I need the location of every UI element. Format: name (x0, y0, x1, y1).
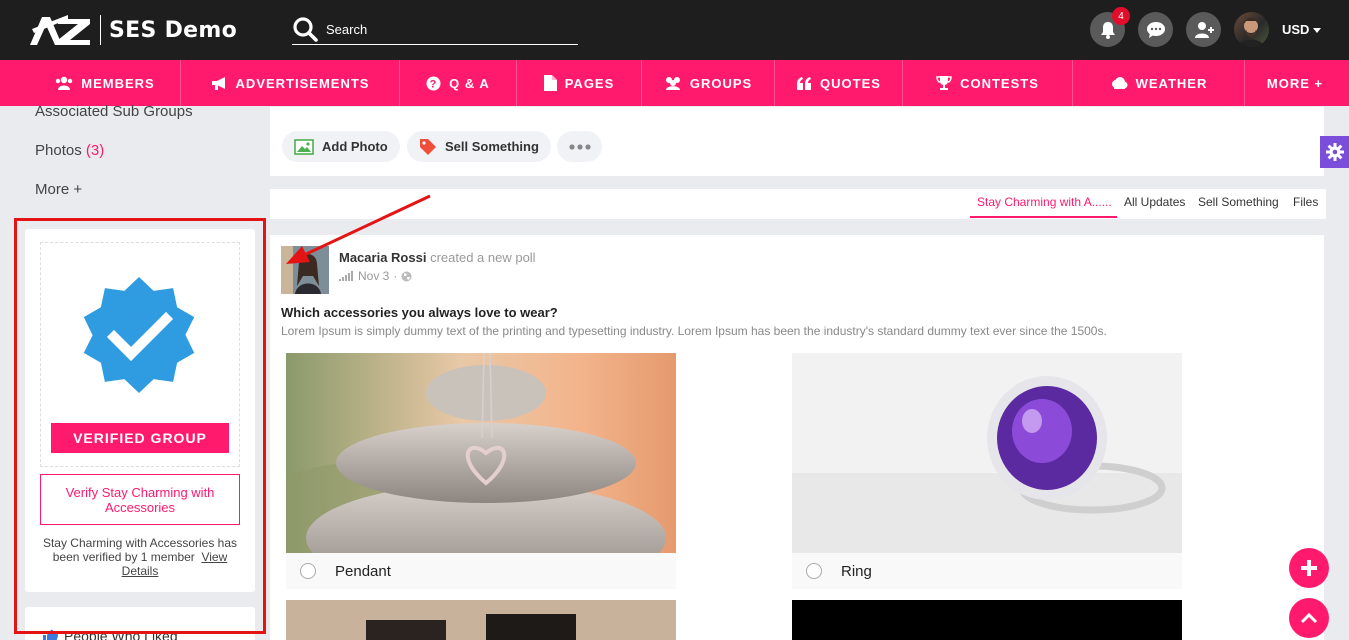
currency-selector[interactable]: USD (1282, 22, 1322, 37)
poll-option-ring[interactable]: Ring (792, 553, 1182, 589)
poll-option-pendant[interactable]: Pendant (286, 553, 676, 589)
ellipsis-icon (568, 143, 591, 150)
nav-groups-label: GROUPS (689, 75, 753, 91)
scroll-to-top-button[interactable] (1289, 598, 1329, 638)
poll-description: Lorem Ipsum is simply dummy text of the … (281, 324, 1107, 338)
poll-option-image-pendant[interactable] (286, 353, 676, 553)
chat-icon (1146, 21, 1165, 38)
friend-requests-button[interactable] (1186, 12, 1221, 47)
sidebar-link-sub-groups[interactable]: Associated Sub Groups (35, 103, 193, 120)
poll-option-label: Ring (841, 562, 872, 580)
tab-group-updates[interactable]: Stay Charming with A...... (977, 195, 1112, 209)
plus-icon (1301, 560, 1317, 576)
search-box (292, 14, 578, 45)
user-avatar-image (1238, 18, 1264, 47)
chevron-up-icon (1300, 612, 1318, 624)
nav-weather-label: WEATHER (1135, 75, 1208, 91)
notification-badge: 4 (1112, 7, 1130, 25)
nav-qa-label: Q & A (449, 75, 490, 91)
nav-contests-label: CONTESTS (960, 75, 1039, 91)
nav-members[interactable]: MEMBERS (30, 60, 181, 106)
nav-pages-label: PAGES (564, 75, 615, 91)
logo-divider (100, 15, 101, 45)
tab-sell-something[interactable]: Sell Something (1198, 195, 1279, 209)
sidebar-link-more[interactable]: More + (35, 181, 82, 198)
quote-icon (797, 76, 812, 90)
megaphone-icon (211, 77, 225, 90)
tab-all-updates[interactable]: All Updates (1124, 195, 1185, 209)
members-icon (56, 76, 73, 90)
annotation-highlight-box (14, 218, 266, 634)
groups-icon (665, 77, 680, 90)
poll-question: Which accessories you always love to wea… (281, 305, 558, 320)
globe-icon (401, 271, 412, 281)
post-date[interactable]: Nov 3 (358, 269, 389, 283)
question-icon: ? (426, 76, 441, 90)
notifications-button[interactable]: 4 (1090, 7, 1130, 47)
add-photo-label: Add Photo (322, 139, 388, 154)
messages-button[interactable] (1138, 12, 1173, 47)
nav-quotes-label: QUOTES (820, 75, 881, 91)
tab-files[interactable]: Files (1293, 195, 1318, 209)
nav-weather[interactable]: WEATHER (1073, 60, 1245, 106)
poll-option-image-3[interactable] (286, 600, 676, 640)
sidebar-link-label: More + (35, 181, 83, 198)
poll-option-radio[interactable] (300, 563, 316, 579)
photos-count: (3) (85, 142, 105, 159)
tag-icon (420, 138, 436, 155)
sidebar-link-photos[interactable]: Photos (3) (35, 142, 104, 159)
svg-text:?: ? (430, 78, 438, 90)
search-icon[interactable] (292, 16, 318, 42)
post-meta: Nov 3 · (339, 269, 412, 283)
az-logo-icon (30, 15, 90, 45)
sidebar-link-label: Photos (35, 142, 82, 159)
nav-advertisements[interactable]: ADVERTISEMENTS (181, 60, 400, 106)
poll-option-radio[interactable] (806, 563, 822, 579)
currency-label: USD (1282, 22, 1310, 37)
ring-photo (792, 353, 1182, 553)
top-bar: SES Demo 4 (0, 0, 1349, 60)
site-logo[interactable]: SES Demo (28, 12, 237, 48)
page-icon (543, 75, 557, 91)
nav-quotes[interactable]: QUOTES (775, 60, 903, 106)
nav-qa[interactable]: ? Q & A (400, 60, 517, 106)
active-tab-indicator (970, 216, 1117, 218)
add-photo-button[interactable]: Add Photo (282, 131, 400, 162)
cloud-icon (1111, 77, 1128, 89)
theme-settings-button[interactable] (1320, 136, 1349, 168)
nav-more-label: MORE + (1266, 75, 1324, 91)
gear-icon (1325, 143, 1344, 161)
poll-option-image-4[interactable] (792, 600, 1182, 640)
user-avatar[interactable] (1234, 12, 1269, 47)
nav-pages[interactable]: PAGES (517, 60, 642, 106)
post-action-text: created a new poll (430, 250, 536, 265)
sell-something-label: Sell Something (445, 139, 539, 154)
nav-contests[interactable]: CONTESTS (903, 60, 1073, 106)
annotation-arrow (286, 194, 431, 264)
add-user-icon (1194, 21, 1214, 38)
nav-more[interactable]: MORE + (1245, 60, 1345, 106)
image-icon (294, 138, 314, 155)
bell-icon (1100, 21, 1115, 39)
sidebar-link-label: Associated Sub Groups (35, 103, 193, 120)
nav-groups[interactable]: GROUPS (642, 60, 775, 106)
signal-bars-icon (339, 271, 353, 281)
more-options-button[interactable] (557, 131, 602, 162)
meta-separator: · (393, 269, 398, 283)
poll-photo-3 (286, 600, 676, 640)
poll-option-image-ring[interactable] (792, 353, 1182, 553)
site-title: SES Demo (109, 17, 237, 43)
chevron-down-icon (1313, 28, 1322, 34)
sell-something-button[interactable]: Sell Something (407, 131, 551, 162)
main-navigation: MEMBERS ADVERTISEMENTS ? Q & A PAGES GRO… (0, 60, 1349, 106)
create-post-button[interactable] (1289, 548, 1329, 588)
nav-advertisements-label: ADVERTISEMENTS (235, 75, 370, 91)
nav-members-label: MEMBERS (81, 75, 155, 91)
trophy-icon (936, 76, 952, 90)
poll-option-label: Pendant (335, 562, 391, 580)
pendant-photo (286, 353, 676, 553)
search-input[interactable] (326, 21, 566, 37)
